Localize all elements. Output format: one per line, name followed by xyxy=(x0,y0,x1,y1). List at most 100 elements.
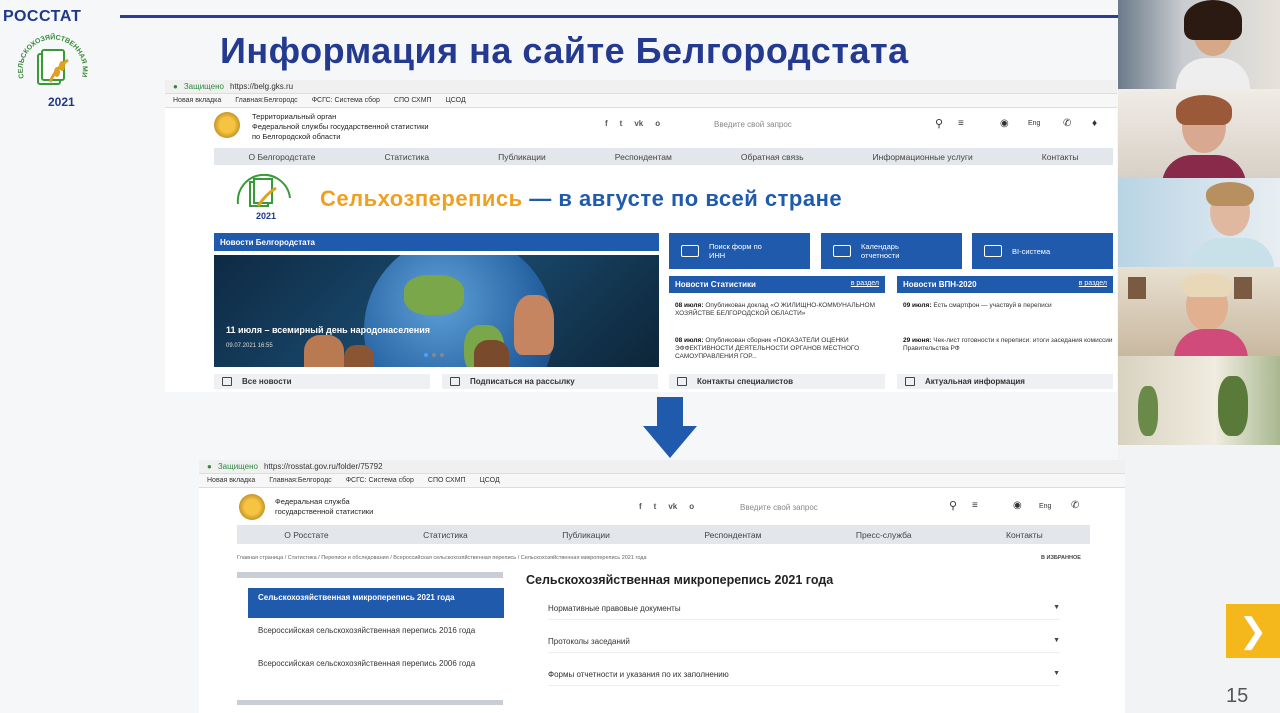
bookmark-item[interactable]: Новая вкладка xyxy=(207,477,255,484)
filter-icon[interactable]: ≡ xyxy=(972,500,978,511)
census-banner[interactable]: 2021 Сельхозперепись — в августе по всей… xyxy=(214,168,1113,228)
search-icon[interactable]: ⚲ xyxy=(935,117,943,130)
bookmark-item[interactable]: Новая вкладка xyxy=(173,97,221,104)
video-participants-panel xyxy=(1118,0,1280,445)
nav-item[interactable]: Публикации xyxy=(498,152,546,162)
nav-item[interactable]: Респондентам xyxy=(615,152,672,162)
bookmark-item[interactable]: ЦСОД xyxy=(446,97,466,104)
bookmark-item[interactable]: Главная:Белгородс xyxy=(269,477,331,484)
sidebar-item-microcensus-2021[interactable]: Сельскохозяйственная микроперепись 2021 … xyxy=(248,588,504,618)
participant-video-tile[interactable] xyxy=(1118,356,1280,445)
nav-item[interactable]: О Белгородстате xyxy=(249,152,316,162)
vk-icon[interactable]: vk xyxy=(634,119,643,128)
sidebar-item-census-2006[interactable]: Всероссийская сельскохозяйственная переп… xyxy=(258,659,478,669)
accordion-item[interactable]: Нормативные правовые документы ▼ xyxy=(548,604,1060,620)
search-icon[interactable]: ⚲ xyxy=(949,499,957,512)
twitter-icon[interactable]: t xyxy=(654,502,657,511)
mail-icon xyxy=(450,377,460,386)
down-arrow-head xyxy=(643,426,697,458)
section-link[interactable]: в раздел xyxy=(851,280,879,289)
nav-item[interactable]: Публикации xyxy=(562,530,610,540)
next-slide-button[interactable]: ❯ xyxy=(1226,604,1280,658)
secure-label: Защищено xyxy=(183,82,224,91)
nav-item[interactable]: Статистика xyxy=(384,152,429,162)
bookmark-item[interactable]: СПО СХМП xyxy=(428,477,466,484)
tile-bi-system[interactable]: BI-система xyxy=(972,233,1113,269)
nav-item[interactable]: Обратная связь xyxy=(741,152,804,162)
accordion-item[interactable]: Протоколы заседаний ▼ xyxy=(548,637,1060,653)
sidebar-item-census-2016[interactable]: Всероссийская сельскохозяйственная переп… xyxy=(258,626,478,636)
participant-video-tile[interactable] xyxy=(1118,267,1280,356)
nav-item[interactable]: Контакты xyxy=(1006,530,1043,540)
news-section-heading[interactable]: Новости Белгородстата xyxy=(214,233,659,251)
social-icons: f t vk o xyxy=(605,119,660,128)
bookmark-item[interactable]: ЦСОД xyxy=(480,477,500,484)
site-header: Территориальный орган Федеральной службы… xyxy=(210,112,1110,148)
twitter-icon[interactable]: t xyxy=(620,119,623,128)
lock-icon: ● xyxy=(173,82,178,91)
bookmarks-bar: Новая вкладка Главная:Белгородс ФСГС: Си… xyxy=(165,94,1117,108)
vk-icon[interactable]: vk xyxy=(668,502,677,511)
search-input[interactable]: Введите свой запрос xyxy=(714,120,792,129)
chevron-down-icon[interactable]: ▼ xyxy=(1053,670,1060,677)
lock-icon: ● xyxy=(207,462,212,471)
section-link[interactable]: в раздел xyxy=(1079,280,1107,289)
page-title: Сельскохозяйственная микроперепись 2021 … xyxy=(526,573,834,587)
nav-item[interactable]: Респондентам xyxy=(704,530,761,540)
main-nav: О Росстате Статистика Публикации Респонд… xyxy=(237,525,1090,544)
news-item[interactable]: 29 июня: Чек-лист готовности к переписи:… xyxy=(903,337,1113,353)
search-input[interactable]: Введите свой запрос xyxy=(740,503,818,512)
address-bar[interactable]: ● Защищено https://belg.gks.ru xyxy=(165,80,1117,94)
phone-icon[interactable]: ✆ xyxy=(1071,500,1079,511)
contacts-link[interactable]: Контакты специалистов xyxy=(669,374,885,389)
address-bar[interactable]: ● Защищено https://rosstat.gov.ru/folder… xyxy=(199,460,1125,474)
calendar-icon xyxy=(833,245,851,257)
news-item[interactable]: 08 июля: Опубликован сборник «ПОКАЗАТЕЛИ… xyxy=(675,337,885,361)
screenshot-belgorodstat-site: ● Защищено https://belg.gks.ru Новая вкл… xyxy=(165,80,1117,392)
org-name: Федеральная служба государственной стати… xyxy=(275,497,374,516)
nav-item[interactable]: О Росстате xyxy=(284,530,328,540)
breadcrumb[interactable]: Главная страница / Статистика / Переписи… xyxy=(237,555,647,561)
lang-switch[interactable]: Eng xyxy=(1039,503,1051,510)
bookmark-item[interactable]: ФСГС: Система сбор xyxy=(312,97,380,104)
eye-icon[interactable]: ◉ xyxy=(1013,500,1022,511)
add-to-favorites-link[interactable]: В ИЗБРАННОЕ xyxy=(1041,555,1081,561)
news-caption[interactable]: 11 июля – всемирный день народонаселения xyxy=(226,325,430,335)
chevron-down-icon[interactable]: ▼ xyxy=(1053,604,1060,611)
nav-item[interactable]: Информационные услуги xyxy=(873,152,973,162)
ok-icon[interactable]: o xyxy=(655,119,660,128)
bi-icon xyxy=(984,245,1002,257)
phone-icon[interactable]: ✆ xyxy=(1063,118,1071,129)
subscribe-link[interactable]: Подписаться на рассылку xyxy=(442,374,658,389)
emblem-icon[interactable]: ♦ xyxy=(1092,118,1097,129)
nav-item[interactable]: Контакты xyxy=(1042,152,1079,162)
tile-calendar[interactable]: Календарь отчетности xyxy=(821,233,962,269)
nav-item[interactable]: Статистика xyxy=(423,530,468,540)
all-news-link[interactable]: Все новости xyxy=(214,374,430,389)
facebook-icon[interactable]: f xyxy=(639,502,642,511)
site-header: Федеральная служба государственной стати… xyxy=(237,494,1117,522)
filter-icon[interactable]: ≡ xyxy=(958,118,964,129)
bookmark-item[interactable]: ФСГС: Система сбор xyxy=(346,477,414,484)
bookmark-item[interactable]: Главная:Белгородс xyxy=(235,97,297,104)
facebook-icon[interactable]: f xyxy=(605,119,608,128)
lang-switch[interactable]: Eng xyxy=(1028,120,1040,127)
news-carousel-image[interactable]: 11 июля – всемирный день народонаселения… xyxy=(214,255,659,367)
participant-video-tile[interactable] xyxy=(1118,89,1280,178)
nav-item[interactable]: Пресс-служба xyxy=(856,530,912,540)
participant-video-tile[interactable] xyxy=(1118,0,1280,89)
url-text[interactable]: https://belg.gks.ru xyxy=(230,82,293,91)
carousel-dots[interactable] xyxy=(424,353,444,357)
news-item[interactable]: 09 июля: Есть смартфон — участвуй в пере… xyxy=(903,302,1113,310)
tile-form-search[interactable]: Поиск форм по ИНН xyxy=(669,233,810,269)
bookmark-item[interactable]: СПО СХМП xyxy=(394,97,432,104)
accordion-item[interactable]: Формы отчетности и указания по их заполн… xyxy=(548,670,1060,686)
ok-icon[interactable]: o xyxy=(689,502,694,511)
secure-label: Защищено xyxy=(217,462,258,471)
eye-icon[interactable]: ◉ xyxy=(1000,118,1009,129)
chevron-down-icon[interactable]: ▼ xyxy=(1053,637,1060,644)
actual-info-link[interactable]: Актуальная информация xyxy=(897,374,1113,389)
participant-video-tile[interactable] xyxy=(1118,178,1280,267)
news-item[interactable]: 08 июля: Опубликован доклад «О ЖИЛИЩНО-К… xyxy=(675,302,885,318)
url-text[interactable]: https://rosstat.gov.ru/folder/75792 xyxy=(264,462,383,471)
